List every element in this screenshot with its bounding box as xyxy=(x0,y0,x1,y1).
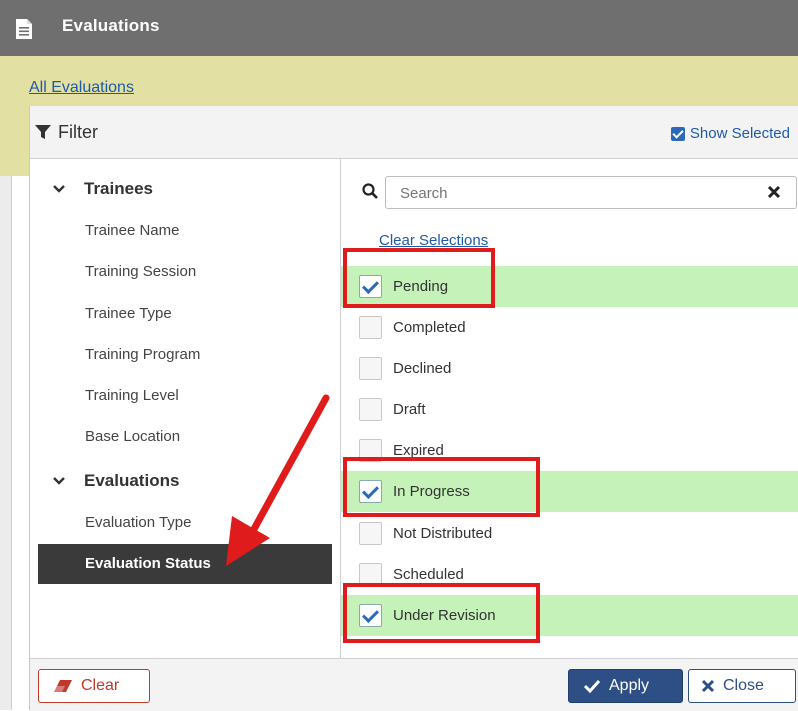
status-label: Completed xyxy=(393,319,466,336)
filter-icon xyxy=(35,125,51,139)
sidebar-item-evaluation-type[interactable]: Evaluation Type xyxy=(85,514,191,531)
status-label: Expired xyxy=(393,442,444,459)
status-label: Not Distributed xyxy=(393,525,493,542)
status-row-expired[interactable]: Expired xyxy=(341,430,798,471)
show-selected-toggle[interactable]: Show Selected xyxy=(670,125,790,142)
checkmark-icon xyxy=(583,679,601,693)
status-label: Under Revision xyxy=(393,607,496,624)
group-label: Evaluations xyxy=(84,471,180,490)
sidebar-item-evaluation-status[interactable]: Evaluation Status xyxy=(38,544,332,584)
close-button-label: Close xyxy=(723,677,764,694)
status-checkbox[interactable] xyxy=(359,522,382,545)
filter-modal: Filter Show Selected Trainees Trainee Na… xyxy=(29,106,798,711)
sidebar-item-training-program[interactable]: Training Program xyxy=(85,346,200,363)
status-checkbox[interactable] xyxy=(359,275,382,298)
status-row-scheduled[interactable]: Scheduled xyxy=(341,554,798,595)
all-evaluations-link[interactable]: All Evaluations xyxy=(29,79,134,97)
clear-selections-link[interactable]: Clear Selections xyxy=(379,232,488,249)
group-label: Trainees xyxy=(84,179,153,198)
filter-header: Filter Show Selected xyxy=(30,106,798,159)
status-checkbox[interactable] xyxy=(359,439,382,462)
page-title: Evaluations xyxy=(62,16,160,35)
clear-button-label: Clear xyxy=(81,677,120,694)
sidebar-item-trainee-name[interactable]: Trainee Name xyxy=(85,222,179,239)
filter-options: Clear Selections Pending Completed Decli… xyxy=(341,159,798,658)
sidebar-item-base-location[interactable]: Base Location xyxy=(85,428,180,445)
status-label: Scheduled xyxy=(393,566,464,583)
status-checkbox[interactable] xyxy=(359,480,382,503)
status-row-under-revision[interactable]: Under Revision xyxy=(341,595,798,636)
show-selected-label: Show Selected xyxy=(689,125,790,142)
title-bar: Evaluations xyxy=(0,0,798,56)
search-icon xyxy=(362,183,378,199)
show-selected-checkbox[interactable] xyxy=(670,126,685,141)
status-label: Pending xyxy=(393,278,449,295)
search-input[interactable] xyxy=(398,177,762,209)
status-row-completed[interactable]: Completed xyxy=(341,307,798,348)
close-icon xyxy=(701,679,715,693)
status-row-pending[interactable]: Pending xyxy=(341,266,798,307)
chevron-down-icon xyxy=(53,185,65,193)
status-checkbox[interactable] xyxy=(359,563,382,586)
sidebar-item-training-level[interactable]: Training Level xyxy=(85,387,179,404)
eraser-icon xyxy=(54,680,72,692)
status-row-in-progress[interactable]: In Progress xyxy=(341,471,798,512)
apply-button[interactable]: Apply xyxy=(568,669,683,703)
search-box xyxy=(385,176,797,209)
filter-footer: Clear Apply Close xyxy=(30,658,798,711)
document-icon xyxy=(16,19,32,39)
background-panel xyxy=(0,176,12,710)
filter-title: Filter xyxy=(58,122,98,142)
status-row-not-distributed[interactable]: Not Distributed xyxy=(341,513,798,554)
chevron-down-icon xyxy=(53,477,65,485)
group-trainees[interactable]: Trainees xyxy=(52,179,153,199)
status-checkbox[interactable] xyxy=(359,357,382,380)
status-checkbox[interactable] xyxy=(359,316,382,339)
close-button[interactable]: Close xyxy=(688,669,796,703)
group-evaluations[interactable]: Evaluations xyxy=(52,471,179,491)
sidebar-item-trainee-type[interactable]: Trainee Type xyxy=(85,305,172,322)
filter-title-wrap: Filter xyxy=(35,122,98,143)
clear-search-icon[interactable] xyxy=(766,184,782,200)
sidebar-item-training-session[interactable]: Training Session xyxy=(85,263,196,280)
status-label: In Progress xyxy=(393,483,470,500)
status-row-draft[interactable]: Draft xyxy=(341,389,798,430)
status-label: Draft xyxy=(393,401,426,418)
clear-button[interactable]: Clear xyxy=(38,669,150,703)
status-row-declined[interactable]: Declined xyxy=(341,348,798,389)
filter-sidebar: Trainees Trainee Name Training Session T… xyxy=(30,159,341,658)
status-label: Declined xyxy=(393,360,452,377)
status-checkbox[interactable] xyxy=(359,604,382,627)
status-checkbox[interactable] xyxy=(359,398,382,421)
apply-button-label: Apply xyxy=(609,677,650,694)
